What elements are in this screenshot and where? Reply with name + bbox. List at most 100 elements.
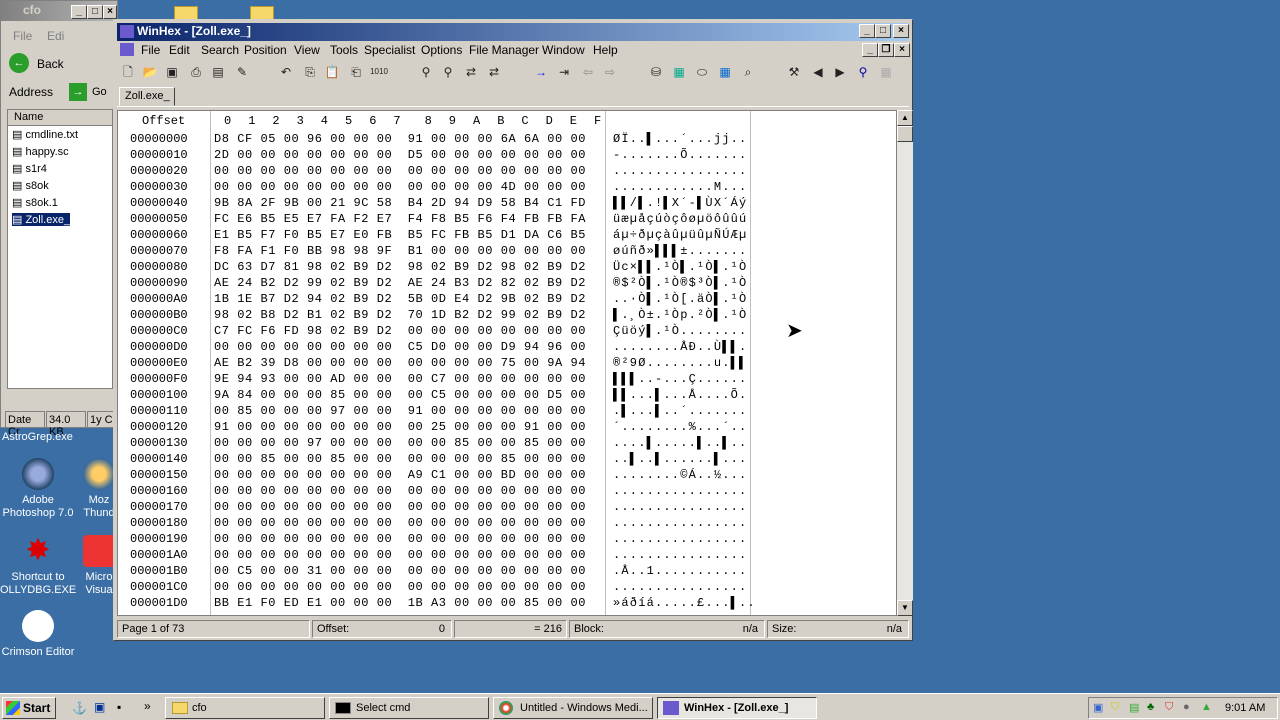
hex-bytes[interactable]: 00 00 00 00 00 00 00 00 C5 D0 00 00 D9 9…	[214, 340, 586, 354]
ascii-text[interactable]: ´........%...´..	[613, 420, 747, 434]
hex-bytes[interactable]: FC E6 B5 E5 E7 FA F2 E7 F4 F8 B5 F6 F4 F…	[214, 212, 586, 226]
hex-bytes[interactable]: AE 24 B2 D2 99 02 B9 D2 AE 24 B3 D2 82 0…	[214, 276, 586, 290]
hex-row[interactable]: 00000120 91 00 00 00 00 00 00 00 00 25 00…	[118, 419, 896, 435]
document-icon[interactable]	[120, 43, 134, 56]
menu-file[interactable]: File	[141, 43, 160, 57]
list-item[interactable]: ▤ s8ok	[12, 179, 49, 192]
hex-bytes[interactable]: 98 02 B8 D2 B1 02 B9 D2 70 1D B2 D2 99 0…	[214, 308, 586, 322]
hex-row[interactable]: 00000040 9B 8A 2F 9B 00 21 9C 58 B4 2D 94…	[118, 195, 896, 211]
ascii-text[interactable]: ▌.¸Ò±.¹Òp.²Ò▌.¹Ò	[613, 308, 747, 322]
ascii-text[interactable]: ............M...	[613, 180, 747, 194]
ascii-text[interactable]: ....▌.....▌..▌..	[613, 436, 747, 450]
edit-icon[interactable]: ✎	[233, 63, 251, 81]
binoculars-icon[interactable]: ⚲	[854, 63, 872, 81]
doc-restore-button[interactable]: ❐	[878, 43, 894, 57]
ascii-text[interactable]: Üc×▌▌.¹Ò▌.¹Ò▌.¹Ò	[613, 260, 747, 274]
desktop-icon-ollydbg[interactable]: ✸ Shortcut to OLLYDBG.EXE	[0, 535, 76, 597]
hex-row[interactable]: 00000170 00 00 00 00 00 00 00 00 00 00 00…	[118, 499, 896, 515]
doc-close-button[interactable]: ×	[894, 43, 910, 57]
quicklaunch-cmd-icon[interactable]: ▪	[117, 700, 121, 714]
ascii-text[interactable]: ................	[613, 532, 747, 546]
hex-bytes[interactable]: 00 00 00 00 00 00 00 00 00 00 00 00 00 0…	[214, 548, 586, 562]
hex-bytes[interactable]: 00 00 00 00 00 00 00 00 00 00 00 00 00 0…	[214, 532, 586, 546]
go-arrow-icon[interactable]: →	[69, 83, 87, 101]
ascii-text[interactable]: ▌▌▌..-...Ç......	[613, 372, 747, 386]
task-cmd[interactable]: Select cmd	[329, 697, 489, 719]
ascii-text[interactable]: ▌▌/▌.!▌X´-▌ÙX´Áý	[613, 196, 747, 210]
ascii-text[interactable]: ................	[613, 164, 747, 178]
offset-cell[interactable]: 000001D0	[130, 596, 188, 610]
hex-row[interactable]: 000000F0 9E 94 93 00 00 AD 00 00 00 C7 00…	[118, 371, 896, 387]
menu-help[interactable]: Help	[593, 43, 618, 57]
maximize-button[interactable]: □	[87, 5, 103, 19]
hex-bytes[interactable]: 91 00 00 00 00 00 00 00 00 25 00 00 00 9…	[214, 420, 586, 434]
ascii-text[interactable]: .▌...▌..´.......	[613, 404, 747, 418]
ascii-text[interactable]: ØÏ..▌...´...jj..	[613, 132, 747, 146]
hex-row[interactable]: 00000060 E1 B5 F7 F0 B5 E7 E0 FB B5 FC FB…	[118, 227, 896, 243]
menu-file-manager[interactable]: File Manager	[469, 43, 539, 57]
task-media-player[interactable]: Untitled - Windows Medi...	[493, 697, 653, 719]
offset-cell[interactable]: 00000030	[130, 180, 188, 194]
ascii-text[interactable]: ..·Ò▌.¹Ò[.äÒ▌.¹Ò	[613, 292, 747, 306]
hex-bytes[interactable]: 00 00 00 00 00 00 00 00 00 00 00 00 00 0…	[214, 164, 586, 178]
tray-network-icon[interactable]: ▣	[1093, 701, 1103, 714]
ascii-text[interactable]: ................	[613, 580, 747, 594]
hex-bytes[interactable]: D8 CF 05 00 96 00 00 00 91 00 00 00 6A 6…	[214, 132, 586, 146]
ascii-text[interactable]: ®²9Ø........u.▌▌	[613, 356, 747, 370]
ascii-text[interactable]: ..▌..▌......▌...	[613, 452, 747, 466]
menu-specialist[interactable]: Specialist	[364, 43, 415, 57]
save-icon[interactable]: ▣	[163, 63, 181, 81]
copy-icon[interactable]: ⎘	[301, 63, 319, 81]
hex-bytes[interactable]: 00 00 00 00 00 00 00 00 00 00 00 00 4D 0…	[214, 180, 586, 194]
offset-cell[interactable]: 00000000	[130, 132, 188, 146]
offset-cell[interactable]: 000000C0	[130, 324, 188, 338]
offset-cell[interactable]: 00000010	[130, 148, 188, 162]
list-item[interactable]: ▤ happy.sc	[12, 145, 69, 158]
menu-options[interactable]: Options	[421, 43, 462, 57]
hex-bytes[interactable]: 1B 1E B7 D2 94 02 B9 D2 5B 0D E4 D2 9B 0…	[214, 292, 586, 306]
paste-special-icon[interactable]: ⎗	[347, 63, 365, 81]
hex-row[interactable]: 00000190 00 00 00 00 00 00 00 00 00 00 00…	[118, 531, 896, 547]
hex-bytes[interactable]: 00 00 00 00 00 00 00 00 00 00 00 00 00 0…	[214, 580, 586, 594]
hex-row[interactable]: 00000150 00 00 00 00 00 00 00 00 A9 C1 00…	[118, 467, 896, 483]
hex-bytes[interactable]: 00 00 00 00 00 00 00 00 A9 C1 00 00 BD 0…	[214, 468, 586, 482]
hex-row[interactable]: 000001D0 BB E1 F0 ED E1 00 00 00 1B A3 00…	[118, 595, 896, 611]
go-button[interactable]: Go	[92, 86, 107, 98]
ascii-text[interactable]: ®$²Ò▌.¹Ò®$³Ò▌.¹Ò	[613, 276, 747, 290]
desktop-icon-photoshop[interactable]: Adobe Photoshop 7.0	[0, 458, 76, 520]
hex-bytes[interactable]: C7 FC F6 FD 98 02 B9 D2 00 00 00 00 00 0…	[214, 324, 586, 338]
offset-cell[interactable]: 000000B0	[130, 308, 188, 322]
ascii-text[interactable]: ................	[613, 500, 747, 514]
find-text-icon[interactable]: ⚲	[417, 63, 435, 81]
ascii-text[interactable]: øúñð»▌▌▌±.......	[613, 244, 747, 258]
hex-bytes[interactable]: 00 00 00 00 97 00 00 00 00 00 85 00 00 8…	[214, 436, 586, 450]
task-winhex[interactable]: WinHex - [Zoll.exe_]	[657, 697, 817, 719]
menu-edit[interactable]: Edit	[169, 43, 190, 57]
hex-row[interactable]: 00000140 00 00 85 00 00 85 00 00 00 00 00…	[118, 451, 896, 467]
hex-row[interactable]: 000001C0 00 00 00 00 00 00 00 00 00 00 00…	[118, 579, 896, 595]
tray-lock-icon[interactable]: ●	[1183, 701, 1190, 713]
doc-minimize-button[interactable]: _	[862, 43, 878, 57]
offset-cell[interactable]: 00000040	[130, 196, 188, 210]
disk-icon[interactable]: ⛁	[647, 63, 665, 81]
offset-cell[interactable]: 00000080	[130, 260, 188, 274]
minimize-button[interactable]: _	[71, 5, 87, 19]
start-button[interactable]: Start	[2, 697, 56, 719]
hex-row[interactable]: 000001B0 00 C5 00 00 31 00 00 00 00 00 00…	[118, 563, 896, 579]
drive-icon[interactable]: ⬭	[693, 63, 711, 81]
hex-bytes[interactable]: BB E1 F0 ED E1 00 00 00 1B A3 00 00 00 8…	[214, 596, 586, 610]
hex-bytes[interactable]: 9B 8A 2F 9B 00 21 9C 58 B4 2D 94 D9 58 B…	[214, 196, 586, 210]
offset-cell[interactable]: 00000110	[130, 404, 188, 418]
explorer-window[interactable]: cfo _ □ × File Edi ← Back Address → Go N…	[0, 0, 118, 438]
offset-cell[interactable]: 000000E0	[130, 356, 188, 370]
file-list[interactable]: Name ▤ cmdline.txt ▤ happy.sc ▤ s1r4 ▤ s8ok…	[7, 109, 113, 389]
forward-icon[interactable]: ⇨	[601, 63, 619, 81]
ascii-text[interactable]: -.......Õ.......	[613, 148, 747, 162]
offset-cell[interactable]: 00000090	[130, 276, 188, 290]
menu-window[interactable]: Window	[542, 43, 585, 57]
hex-row[interactable]: 00000080 DC 63 D7 81 98 02 B9 D2 98 02 B9…	[118, 259, 896, 275]
menu-edit[interactable]: Edi	[47, 29, 64, 43]
undo-icon[interactable]: ↶	[277, 63, 295, 81]
minimize-button[interactable]: _	[859, 24, 875, 38]
hex-bytes[interactable]: 00 00 85 00 00 85 00 00 00 00 00 00 85 0…	[214, 452, 586, 466]
